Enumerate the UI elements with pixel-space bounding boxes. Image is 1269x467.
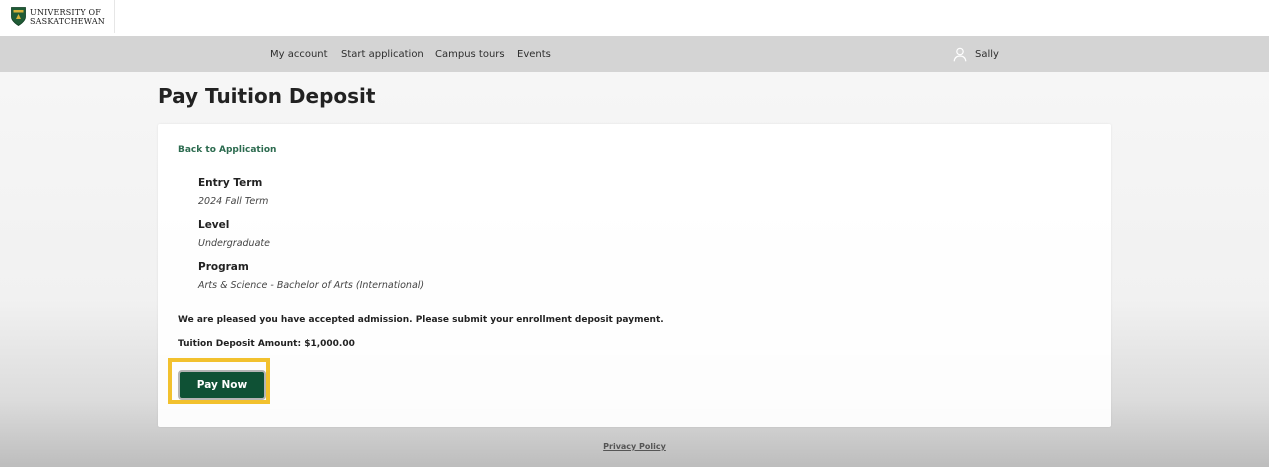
nav-my-account[interactable]: My account [270,36,328,72]
top-header: UNIVERSITY OF SASKATCHEWAN [0,0,1269,36]
logo-line-1: UNIVERSITY OF [30,7,102,17]
nav-campus-tours[interactable]: Campus tours [435,36,505,72]
logo-wordmark: UNIVERSITY OF SASKATCHEWAN [30,8,105,26]
university-crest-icon [11,7,26,26]
level-label: Level [198,219,230,231]
user-name[interactable]: Sally [975,36,999,72]
footer: Privacy Policy [0,442,1269,451]
pay-now-button[interactable]: Pay Now [178,370,266,400]
program-label: Program [198,261,249,273]
acceptance-message: We are pleased you have accepted admissi… [178,315,664,325]
user-icon[interactable] [953,47,967,62]
entry-term-value: 2024 Fall Term [198,196,269,207]
nav-events[interactable]: Events [517,36,551,72]
logo-line-2: SASKATCHEWAN [30,16,106,26]
deposit-amount: Tuition Deposit Amount: $1,000.00 [178,339,355,349]
level-value: Undergraduate [198,238,270,249]
privacy-policy-link[interactable]: Privacy Policy [603,442,666,451]
deposit-card: Back to Application Entry Term 2024 Fall… [158,124,1111,427]
entry-term-label: Entry Term [198,177,263,189]
university-logo[interactable]: UNIVERSITY OF SASKATCHEWAN [0,0,115,33]
page-title: Pay Tuition Deposit [158,84,376,108]
back-to-application-link[interactable]: Back to Application [178,145,276,155]
nav-start-application[interactable]: Start application [341,36,424,72]
main-nav: My account Start application Campus tour… [0,36,1269,72]
program-value: Arts & Science - Bachelor of Arts (Inter… [198,280,425,291]
